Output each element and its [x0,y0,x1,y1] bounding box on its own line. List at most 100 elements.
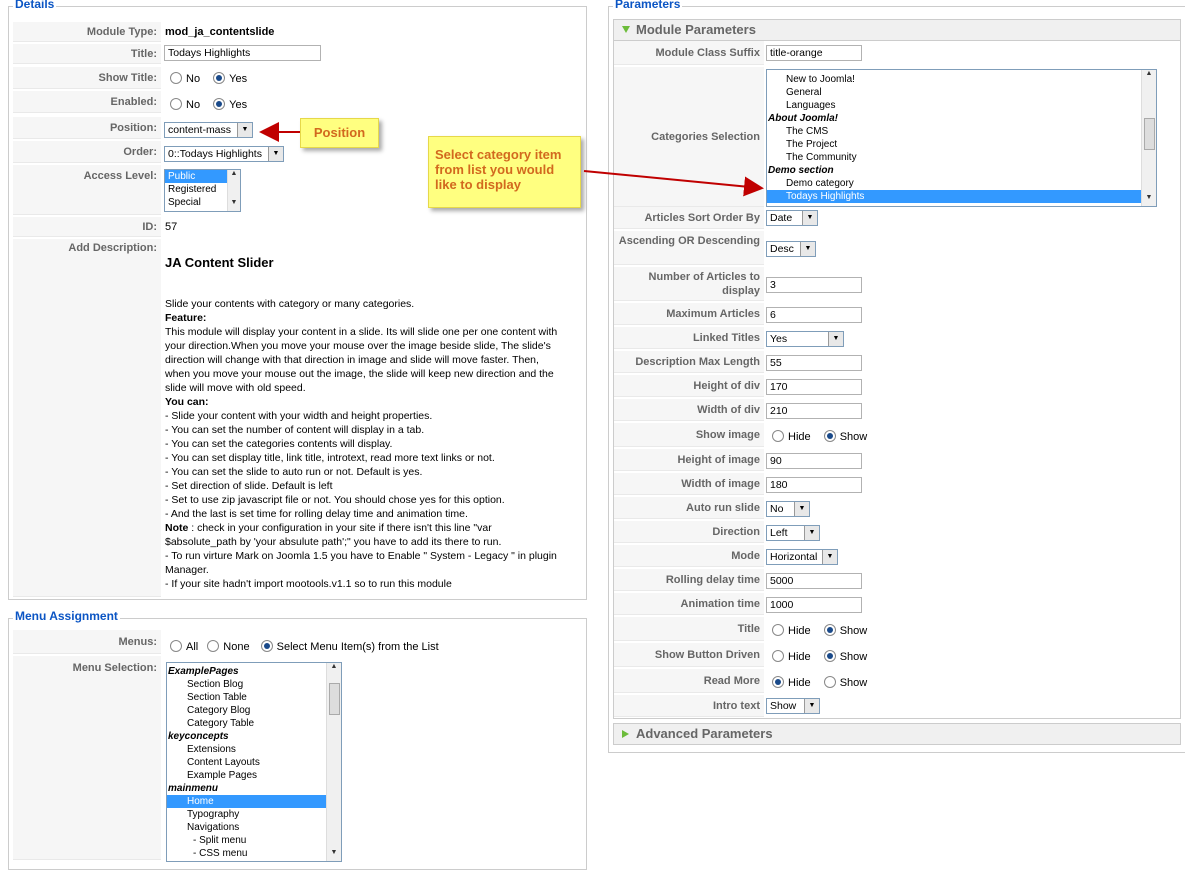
list-section-header[interactable]: mainmenu [167,782,341,795]
list-item[interactable]: The CMS [767,125,1156,138]
show-image-hide-radio[interactable] [772,430,784,442]
description-line: direction will change with that directio… [165,354,539,366]
list-section-header[interactable]: ExamplePages [167,665,341,678]
enabled-no-radio[interactable] [170,98,182,110]
list-item[interactable]: Content Layouts [167,756,341,769]
list-section-header[interactable]: keyconcepts [167,730,341,743]
title-hide-radio[interactable] [772,624,784,636]
list-item[interactable]: Demo category [767,177,1156,190]
list-item[interactable]: Home [167,795,326,808]
read-more-show-radio[interactable] [823,676,836,688]
position-select[interactable]: content-mass ▼ [164,122,253,138]
position-label: Position: [13,117,161,139]
mode-label: Mode [614,545,764,567]
list-item[interactable]: Navigations [167,821,341,834]
sort-label: Articles Sort Order By [614,207,764,229]
width-image-input[interactable]: 180 [766,477,862,493]
read-more-radios: Hide Show [772,676,877,689]
title-input[interactable]: Todays Highlights [164,45,321,61]
access-level-list[interactable]: Public Registered Special ▲ ▼ [164,169,241,212]
list-item[interactable]: General [767,86,1156,99]
advanced-parameters-toggle[interactable]: Advanced Parameters [613,723,1181,745]
list-item[interactable]: - CSS menu [167,847,341,860]
menus-all-radio[interactable] [170,640,182,652]
height-div-input[interactable]: 170 [766,379,862,395]
linked-titles-select[interactable]: Yes ▼ [766,331,844,347]
num-articles-input[interactable]: 3 [766,277,862,293]
show-button-driven-label: Show Button Driven [614,643,764,667]
menus-select-radio[interactable] [260,640,273,652]
linked-titles-label: Linked Titles [614,327,764,349]
order-label: Order: [13,141,161,163]
module-parameters-toggle[interactable]: Module Parameters [613,19,1181,41]
scrollbar[interactable]: ▲ ▼ [326,663,341,861]
chevron-down-icon: ▼ [268,147,283,161]
description-line: - And the last is set time for rolling d… [165,508,468,520]
order-select[interactable]: 0::Todays Highlights ▼ [164,146,284,162]
list-section-header[interactable]: About Joomla! [767,112,1156,125]
auto-run-label: Auto run slide [614,497,764,519]
width-div-input[interactable]: 210 [766,403,862,419]
auto-run-select[interactable]: No ▼ [766,501,810,517]
scrollbar-thumb[interactable] [329,683,340,715]
list-section-header[interactable]: Demo section [767,164,1156,177]
direction-select[interactable]: Left ▼ [766,525,820,541]
intro-text-select[interactable]: Show ▼ [766,698,820,714]
read-more-hide-radio[interactable] [772,676,784,688]
module-type-label: Module Type: [13,22,161,42]
list-item[interactable]: Category Blog [167,704,341,717]
mode-select[interactable]: Horizontal ▼ [766,549,838,565]
height-image-input[interactable]: 90 [766,453,862,469]
scroll-down-icon[interactable]: ▼ [228,199,240,211]
scrollbar-thumb[interactable] [1144,118,1155,150]
list-item[interactable]: The Project [767,138,1156,151]
list-item[interactable]: Typography [167,808,341,821]
chevron-down-icon: ▼ [237,123,252,137]
menus-none-radio[interactable] [207,640,220,652]
enabled-yes-radio[interactable] [213,98,226,110]
list-item[interactable]: Todays Highlights [767,190,1141,203]
description-line: - You can set the slide to auto run or n… [165,466,423,478]
sbd-show-radio[interactable] [823,650,836,662]
title-show-radio[interactable] [823,624,836,636]
list-item[interactable]: Section Table [167,691,341,704]
desc-length-input[interactable]: 55 [766,355,862,371]
list-item[interactable]: Extensions [167,743,341,756]
show-button-driven-radios: Hide Show [772,650,877,663]
scroll-up-icon[interactable]: ▲ [327,663,341,675]
max-articles-input[interactable]: 6 [766,307,862,323]
description-line: You can: [165,396,209,408]
list-item[interactable]: Section Blog [167,678,341,691]
title-param-label: Title [614,617,764,641]
description-line: - You can set display title, link title,… [165,452,495,464]
description-line: - If your site hadn't import mootools.v1… [165,578,452,590]
suffix-input[interactable]: title-orange [766,45,862,61]
show-image-show-radio[interactable] [823,430,836,442]
list-item[interactable]: Languages [767,99,1156,112]
list-item[interactable]: - Split menu [167,834,341,847]
scroll-up-icon[interactable]: ▲ [1142,70,1156,82]
sort-select[interactable]: Date ▼ [766,210,818,226]
show-title-yes-radio[interactable] [213,72,226,84]
show-title-no-radio[interactable] [170,72,182,84]
rolling-delay-input[interactable]: 5000 [766,573,862,589]
list-item[interactable]: Category Table [167,717,341,730]
list-item[interactable]: The Community [767,151,1156,164]
animation-time-input[interactable]: 1000 [766,597,862,613]
enabled-label: Enabled: [13,91,161,113]
show-image-label: Show image [614,423,764,447]
scroll-up-icon[interactable]: ▲ [228,170,240,182]
scrollbar[interactable]: ▲ ▼ [1141,70,1156,206]
list-item[interactable]: Example Pages [167,769,341,782]
scroll-down-icon[interactable]: ▼ [1142,194,1156,206]
chevron-down-icon: ▼ [804,699,819,713]
scrollbar[interactable]: ▲ ▼ [227,170,240,211]
description-line: - Set to use zip javascript file or not.… [165,494,505,506]
list-item[interactable]: New to Joomla! [767,73,1156,86]
sbd-hide-radio[interactable] [772,650,784,662]
categories-list[interactable]: New to Joomla! General Languages About Joom… [766,69,1157,207]
menu-selection-list[interactable]: ExamplePages Section Blog Section Table Cat… [166,662,342,862]
scroll-down-icon[interactable]: ▼ [327,849,341,861]
ascending-select[interactable]: Desc ▼ [766,241,816,257]
details-legend: Details [13,0,57,11]
